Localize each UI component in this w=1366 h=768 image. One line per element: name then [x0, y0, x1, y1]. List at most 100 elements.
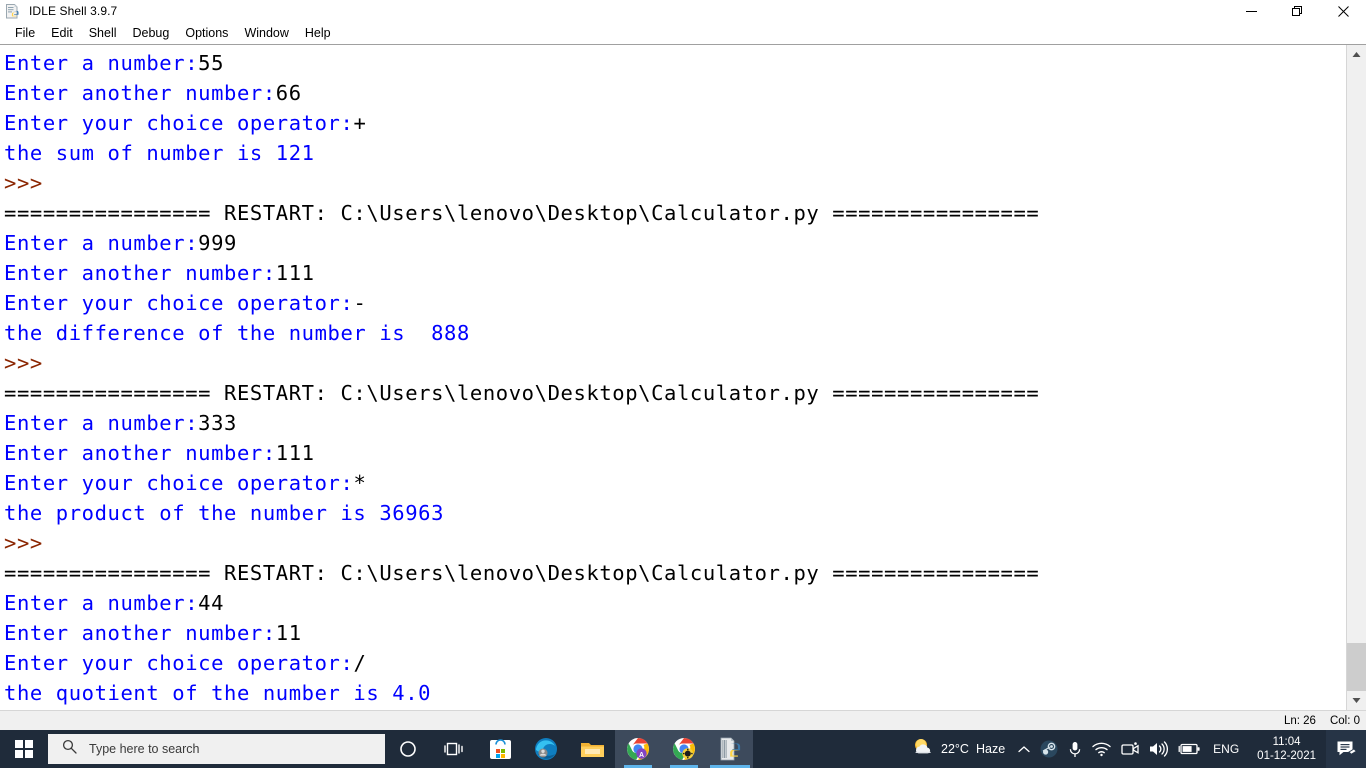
scroll-up-icon[interactable]: [1347, 45, 1366, 64]
console-text-segment: Enter another number:: [4, 81, 276, 105]
console-text-segment: Enter another number:: [4, 261, 276, 285]
console-text-segment: 66: [275, 81, 302, 105]
console-line: Enter another number:11: [4, 618, 1345, 648]
console-text-segment: 44: [198, 591, 225, 615]
idle-shell-window: IDLE Shell 3.9.7 File Edit Shell Debug O…: [0, 0, 1366, 730]
console-text-segment: ================ RESTART: C:\Users\lenov…: [4, 201, 1040, 225]
console-text-segment: Enter a number:: [4, 411, 199, 435]
menu-item-file[interactable]: File: [7, 24, 43, 42]
google-chrome-icon[interactable]: [661, 730, 707, 768]
console-line: Enter another number:111: [4, 438, 1345, 468]
console-text-segment: Enter your choice operator:: [4, 111, 354, 135]
column-number-indicator: Col: 0: [1329, 714, 1360, 727]
battery-icon[interactable]: [1173, 730, 1205, 768]
console-line: Enter another number:66: [4, 78, 1345, 108]
python-document-icon: [5, 3, 22, 20]
console-line: Enter your choice operator:-: [4, 288, 1345, 318]
console-text-segment: Enter a number:: [4, 591, 199, 615]
menu-item-debug[interactable]: Debug: [125, 24, 178, 42]
search-icon: [62, 739, 77, 759]
microphone-icon[interactable]: [1063, 730, 1087, 768]
chevron-up-icon[interactable]: [1013, 730, 1035, 768]
console-text-segment: *: [353, 471, 367, 495]
menu-bar: File Edit Shell Debug Options Window Hel…: [0, 22, 1366, 44]
window-title: IDLE Shell 3.9.7: [29, 4, 118, 18]
console-line: >>>: [4, 168, 1345, 198]
system-tray: 22°C Haze ENG 11:04 01-12-2021: [902, 730, 1366, 768]
vertical-scrollbar[interactable]: [1346, 45, 1366, 710]
console-text-segment: the sum of number is 121: [4, 141, 315, 165]
console-line: Enter a number:55: [4, 48, 1345, 78]
cortana-icon[interactable]: [385, 730, 431, 768]
console-text-segment: 999: [198, 231, 237, 255]
console-line: ================ RESTART: C:\Users\lenov…: [4, 198, 1345, 228]
console-line: >>>: [4, 528, 1345, 558]
wifi-icon[interactable]: [1087, 730, 1116, 768]
scrollbar-track[interactable]: [1347, 64, 1366, 691]
notifications-icon[interactable]: [1326, 730, 1366, 768]
console-line: Enter a number:999: [4, 228, 1345, 258]
clock-time: 11:04: [1272, 736, 1301, 748]
start-button[interactable]: [0, 730, 48, 768]
status-bar: Ln: 26 Col: 0: [0, 710, 1366, 730]
console-text-segment: Enter your choice operator:: [4, 471, 354, 495]
menu-item-window[interactable]: Window: [236, 24, 296, 42]
weather-condition: Haze: [975, 742, 1006, 756]
console-text-segment: the quotient of the number is 4.0: [4, 681, 432, 705]
weather-temperature: 22°C: [941, 742, 969, 756]
console-text-segment: Enter another number:: [4, 441, 276, 465]
language-indicator[interactable]: ENG: [1205, 730, 1247, 768]
title-bar: IDLE Shell 3.9.7: [0, 0, 1366, 22]
menu-item-edit[interactable]: Edit: [43, 24, 81, 42]
microsoft-edge-icon[interactable]: [523, 730, 569, 768]
microsoft-store-icon[interactable]: [477, 730, 523, 768]
console-text-segment: 111: [275, 261, 315, 285]
console-text-segment: the product of the number is 36963: [4, 501, 445, 525]
console-line: Enter a number:333: [4, 408, 1345, 438]
windows-logo-icon: [15, 740, 33, 758]
close-button[interactable]: [1320, 0, 1366, 22]
menu-item-options[interactable]: Options: [177, 24, 236, 42]
console-text-segment: Enter another number:: [4, 621, 276, 645]
console-text-segment: ================ RESTART: C:\Users\lenov…: [4, 561, 1040, 585]
console-text-segment: /: [353, 651, 367, 675]
google-chrome-icon[interactable]: A: [615, 730, 661, 768]
scrollbar-thumb[interactable]: [1347, 643, 1366, 691]
console-text-segment: >>>: [4, 351, 43, 375]
steam-icon[interactable]: [1035, 730, 1063, 768]
minimize-button[interactable]: [1228, 0, 1274, 22]
file-explorer-icon[interactable]: [569, 730, 615, 768]
console-text-segment: Enter your choice operator:: [4, 651, 354, 675]
svg-text:A: A: [639, 752, 644, 759]
menu-item-shell[interactable]: Shell: [81, 24, 125, 42]
task-view-icon[interactable]: [431, 730, 477, 768]
console-line: ================ RESTART: C:\Users\lenov…: [4, 558, 1345, 588]
weather-widget[interactable]: 22°C Haze: [902, 730, 1013, 768]
console-line: Enter your choice operator:*: [4, 468, 1345, 498]
console-line: >>>: [4, 348, 1345, 378]
maximize-restore-button[interactable]: [1274, 0, 1320, 22]
console-text-segment: >>>: [4, 171, 43, 195]
console-text-segment: Enter a number:: [4, 231, 199, 255]
console-text-segment: the difference of the number is 888: [4, 321, 470, 345]
console-text-segment: >>>: [4, 531, 43, 555]
console-line: Enter your choice operator:/: [4, 648, 1345, 678]
volume-icon[interactable]: [1144, 730, 1173, 768]
console-text-segment: Enter your choice operator:: [4, 291, 354, 315]
window-controls: [1228, 0, 1366, 22]
console-area: Enter a number:55 Enter another number:66…: [0, 44, 1366, 710]
console-line: the product of the number is 36963: [4, 498, 1345, 528]
camera-icon[interactable]: [1116, 730, 1144, 768]
console-text-segment: 11: [275, 621, 302, 645]
console-line: the difference of the number is 888: [4, 318, 1345, 348]
title-bar-left: IDLE Shell 3.9.7: [0, 3, 117, 20]
python-idle-icon[interactable]: [707, 730, 753, 768]
console-text-segment: Enter a number:: [4, 51, 199, 75]
console-text-segment: 333: [198, 411, 237, 435]
shell-output[interactable]: Enter a number:55 Enter another number:66…: [0, 45, 1346, 710]
menu-item-help[interactable]: Help: [297, 24, 339, 42]
sun-cloud-icon: [912, 737, 934, 762]
clock[interactable]: 11:04 01-12-2021: [1247, 730, 1326, 768]
search-input[interactable]: Type here to search: [48, 734, 385, 764]
scroll-down-icon[interactable]: [1347, 691, 1366, 710]
